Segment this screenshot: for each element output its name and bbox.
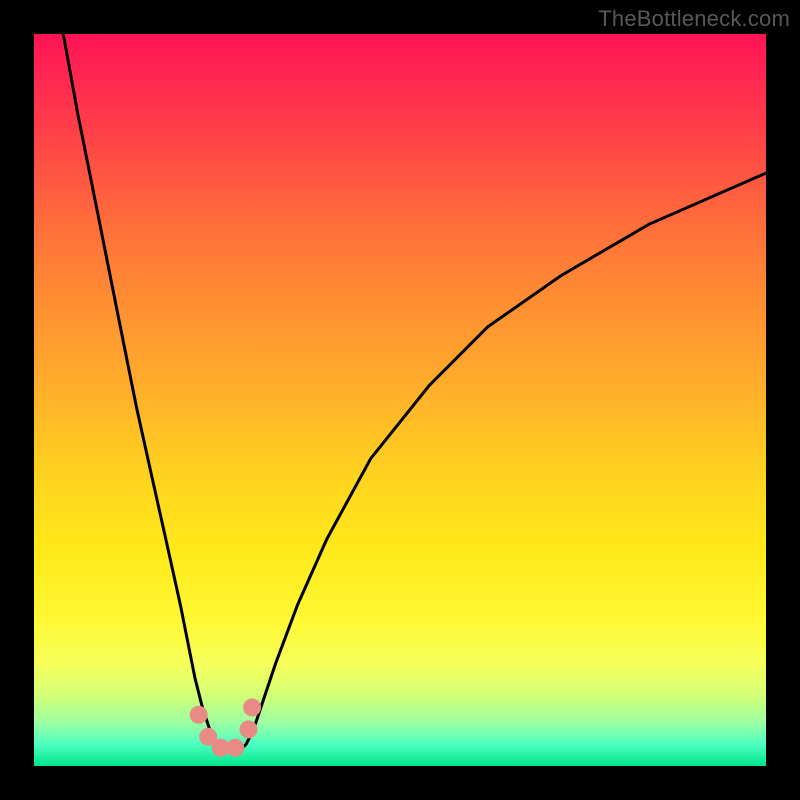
curve-marker (243, 698, 261, 716)
curve-marker (226, 739, 244, 757)
chart-frame: TheBottleneck.com (0, 0, 800, 800)
plot-area (34, 34, 766, 766)
curve-markers (190, 698, 261, 756)
curve-marker (190, 706, 208, 724)
bottleneck-curve (63, 34, 766, 751)
curve-marker (240, 720, 258, 738)
watermark-text: TheBottleneck.com (598, 6, 790, 32)
curve-svg (34, 34, 766, 766)
